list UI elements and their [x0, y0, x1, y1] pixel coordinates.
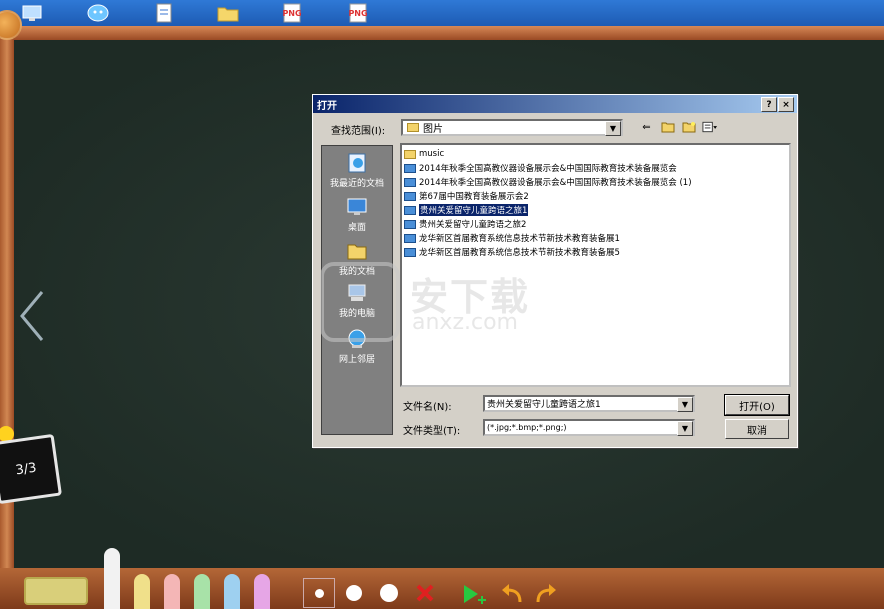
chalk-green[interactable] [194, 574, 210, 609]
list-item-selected[interactable]: 贵州关爱留守儿童跨语之旅1 [404, 203, 529, 217]
pen-size-small-icon[interactable] [315, 589, 324, 598]
filename-input[interactable]: 贵州关爱留守儿童跨语之旅1 ▼ [483, 395, 695, 412]
chevron-down-icon[interactable]: ▼ [605, 121, 621, 136]
image-file-icon [404, 233, 416, 243]
file-name: 2014年秋季全国高教仪器设备展示会&中国国际教育技术装备展览会 [419, 164, 677, 174]
chevron-down-icon[interactable]: ▼ [677, 397, 693, 412]
top-toolbar: PNG PNG [0, 0, 884, 26]
folder-icon[interactable] [216, 2, 240, 24]
png-label: PNG [348, 8, 368, 18]
network-icon [348, 329, 366, 348]
desktop-icon [347, 198, 367, 215]
list-item[interactable]: 第67届中国教育装备展示会2 [404, 189, 529, 203]
play-add-icon[interactable] [462, 582, 490, 606]
image-file-icon [404, 219, 416, 229]
list-item[interactable]: 龙华新区首届教育系统信息技术节新技术教育装备展5 [404, 245, 620, 259]
places-bar: 我最近的文档 桌面 我的文档 我的电脑 网上邻居 [321, 145, 393, 435]
pen-size-medium-icon[interactable] [346, 585, 362, 601]
lookin-label: 查找范围(I): [331, 126, 386, 137]
chalk-yellow[interactable] [134, 574, 150, 609]
filename-label: 文件名(N): [403, 402, 452, 413]
open-file-dialog: 打开 ? × 查找范围(I): 图片 ▼ ⇐ 我最近的文档 桌面 我的文档 我的… [312, 94, 798, 448]
place-label: 网上邻居 [338, 355, 375, 365]
my-computer-icon [348, 284, 366, 301]
place-recent-docs[interactable]: 我最近的文档 [322, 152, 392, 189]
list-item[interactable]: 2014年秋季全国高教仪器设备展示会&中国国际教育技术装备展览会 [404, 161, 677, 175]
dialog-nav-tools: ⇐ [639, 120, 717, 134]
dialog-title: 打开 [317, 100, 337, 112]
list-item[interactable]: 2014年秋季全国高教仪器设备展示会&中国国际教育技术装备展览会 (1) [404, 175, 692, 189]
open-button[interactable]: 打开(O) [724, 394, 790, 416]
list-item[interactable]: 龙华新区首届教育系统信息技术节新技术教育装备展1 [404, 231, 620, 245]
filetype-label: 文件类型(T): [403, 426, 461, 437]
chalk-pink[interactable] [164, 574, 180, 609]
place-network[interactable]: 网上邻居 [322, 328, 392, 365]
list-item[interactable]: music [404, 147, 444, 161]
place-label: 我最近的文档 [329, 179, 384, 189]
my-documents-icon [347, 244, 367, 260]
bottom-tray [0, 568, 884, 609]
chalk-white[interactable] [104, 548, 120, 609]
pen-size-large-icon[interactable] [380, 584, 398, 602]
chevron-down-icon[interactable]: ▼ [677, 421, 693, 436]
redo-icon[interactable] [534, 582, 558, 604]
new-folder-icon[interactable] [681, 120, 696, 134]
filename-value: 贵州关爱留守儿童跨语之旅1 [487, 400, 601, 410]
file-name: 龙华新区首届教育系统信息技术节新技术教育装备展5 [419, 248, 620, 258]
monitor-icon[interactable] [20, 2, 44, 24]
help-button[interactable]: ? [761, 97, 777, 112]
folder-icon [407, 123, 419, 132]
dialog-titlebar: 打开 ? × [313, 95, 797, 113]
filetype-value: (*.jpg;*.bmp;*.png;) [487, 423, 567, 432]
folder-icon [404, 149, 416, 159]
place-my-documents[interactable]: 我的文档 [322, 240, 392, 277]
place-label: 我的文档 [338, 267, 375, 277]
place-label: 我的电脑 [338, 309, 375, 319]
cancel-button[interactable]: 取消 [725, 419, 789, 439]
chalk-purple[interactable] [254, 574, 270, 609]
chalk-blue[interactable] [224, 574, 240, 609]
image-file-icon [404, 177, 416, 187]
place-desktop[interactable]: 桌面 [322, 196, 392, 233]
image-file-icon [404, 191, 416, 201]
up-folder-icon[interactable] [660, 120, 675, 134]
filetype-select[interactable]: (*.jpg;*.bmp;*.png;) ▼ [483, 419, 695, 436]
recent-docs-icon [348, 153, 366, 173]
page-indicator: 3/3 [0, 433, 63, 505]
undo-icon[interactable] [500, 582, 524, 604]
place-my-computer[interactable]: 我的电脑 [322, 282, 392, 319]
eraser-tool[interactable] [24, 577, 88, 605]
image-file-icon [404, 205, 416, 215]
png-file-icon[interactable]: PNG [346, 2, 370, 24]
document-icon[interactable] [152, 2, 176, 24]
frame-top [0, 26, 884, 40]
file-name: music [419, 149, 445, 159]
back-icon[interactable]: ⇐ [639, 120, 654, 134]
previous-page-arrow-icon[interactable] [18, 288, 46, 344]
chat-icon[interactable] [86, 2, 110, 24]
file-name: 贵州关爱留守儿童跨语之旅2 [419, 220, 527, 230]
lookin-combo[interactable]: 图片 ▼ [401, 119, 623, 136]
list-item[interactable]: 贵州关爱留守儿童跨语之旅2 [404, 217, 526, 231]
png-label: PNG [282, 8, 302, 18]
lookin-value: 图片 [423, 124, 443, 135]
png-file-icon[interactable]: PNG [280, 2, 304, 24]
file-name: 贵州关爱留守儿童跨语之旅1 [419, 204, 529, 216]
frame-left [0, 26, 14, 609]
delete-icon[interactable] [414, 582, 436, 604]
file-name: 2014年秋季全国高教仪器设备展示会&中国国际教育技术装备展览会 (1) [419, 178, 692, 188]
file-name: 龙华新区首届教育系统信息技术节新技术教育装备展1 [419, 234, 620, 244]
place-label: 桌面 [347, 223, 366, 233]
file-list[interactable]: music 2014年秋季全国高教仪器设备展示会&中国国际教育技术装备展览会 2… [400, 143, 791, 387]
image-file-icon [404, 247, 416, 257]
file-name: 第67届中国教育装备展示会2 [419, 192, 529, 202]
view-menu-icon[interactable] [702, 120, 717, 134]
image-file-icon [404, 163, 416, 173]
close-button[interactable]: × [778, 97, 794, 112]
